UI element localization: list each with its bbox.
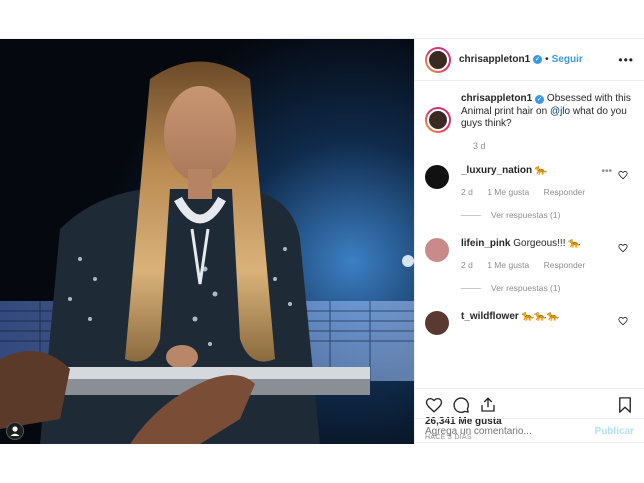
comment-username[interactable]: _luxury_nation (461, 165, 532, 176)
reply-button[interactable]: Responder (544, 260, 586, 270)
avatar[interactable] (425, 311, 449, 335)
share-icon[interactable] (479, 396, 497, 414)
publish-button[interactable]: Publicar (595, 426, 634, 437)
comment-time[interactable]: 2 d (461, 187, 473, 197)
list-item: _luxury_nation 🐆 2 d 1 Me gusta Responde… (425, 165, 634, 198)
more-options-icon[interactable]: ••• (618, 53, 634, 67)
post-photo[interactable] (0, 39, 414, 444)
user-tag-icon[interactable] (6, 422, 24, 440)
comment-likes[interactable]: 1 Me gusta (487, 187, 529, 197)
dot-separator: • (545, 54, 549, 65)
more-options-icon[interactable]: ••• (601, 166, 612, 177)
heart-icon[interactable] (618, 170, 628, 180)
post-caption: chrisappleton1 ✓ Obsessed with this Anima… (425, 93, 634, 133)
follow-button[interactable]: Seguir (552, 54, 583, 65)
post-header: chrisappleton1 ✓ • Seguir ••• (415, 39, 644, 81)
list-item: t_wildflower 🐆🐆🐆 (425, 311, 634, 335)
comment-text: 🐆 (532, 165, 548, 176)
comments-list[interactable]: chrisappleton1 ✓ Obsessed with this Anima… (415, 81, 644, 388)
comment-text: Gorgeous!!! 🐆 (510, 238, 581, 249)
comment-username[interactable]: lifein_pink (461, 238, 510, 249)
view-replies-button[interactable]: Ver respuestas (1) (461, 210, 634, 220)
comment-likes[interactable]: 1 Me gusta (487, 260, 529, 270)
heart-icon[interactable] (618, 243, 628, 253)
view-replies-label: Ver respuestas (1) (491, 210, 561, 220)
comment-composer: Publicar (415, 418, 644, 444)
avatar[interactable] (425, 238, 449, 262)
comment-text: 🐆🐆🐆 (518, 311, 559, 322)
comment-input[interactable] (425, 426, 595, 437)
heart-icon[interactable] (425, 396, 443, 414)
verified-badge-icon: ✓ (533, 55, 543, 64)
avatar[interactable] (425, 46, 451, 73)
view-replies-button[interactable]: Ver respuestas (1) (461, 283, 634, 293)
comment-time[interactable]: 2 d (461, 260, 473, 270)
bookmark-icon[interactable] (616, 396, 634, 414)
comment-username[interactable]: t_wildflower (461, 311, 519, 322)
caption-username[interactable]: chrisappleton1 (461, 93, 532, 104)
list-item: lifein_pink Gorgeous!!! 🐆 2 d 1 Me gusta… (425, 238, 634, 271)
avatar[interactable] (425, 107, 451, 133)
heart-icon[interactable] (618, 316, 628, 326)
post-username[interactable]: chrisappleton1 (459, 54, 530, 65)
caption-text: chrisappleton1 ✓ Obsessed with this Anima… (461, 93, 634, 133)
avatar[interactable] (425, 165, 449, 189)
verified-badge-icon: ✓ (535, 95, 545, 104)
post-frame: chrisappleton1 ✓ • Seguir ••• chrisapple… (0, 38, 644, 444)
comment-icon[interactable] (452, 396, 470, 414)
post-side-panel: chrisappleton1 ✓ • Seguir ••• chrisapple… (414, 39, 644, 444)
reply-button[interactable]: Responder (544, 187, 586, 197)
mention-link[interactable]: @jlo (550, 106, 570, 117)
caption-time[interactable]: 3 d (473, 141, 634, 151)
view-replies-label: Ver respuestas (1) (491, 283, 561, 293)
